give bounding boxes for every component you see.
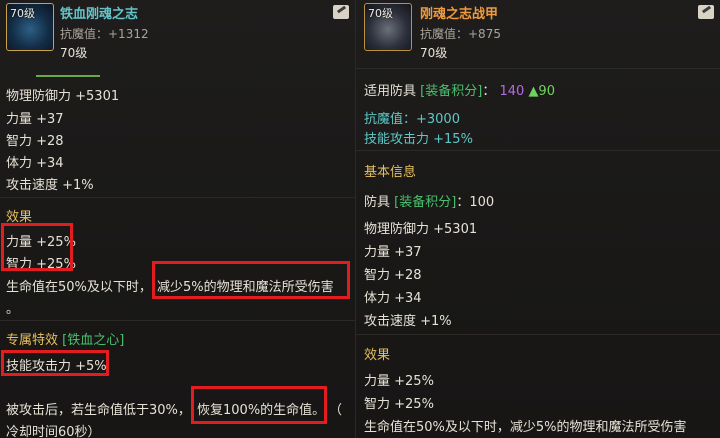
right-item-name: 刚魂之志战甲 xyxy=(420,7,499,22)
right-item-header: 70级 刚魂之志战甲 抗魔值：+875 70级 xyxy=(356,0,720,66)
right-stat-intelligence: 智力 +28 xyxy=(364,268,422,283)
right-divider-1 xyxy=(356,150,720,151)
left-effect-desc-a: 生命值在50%及以下时， xyxy=(6,280,152,295)
right-effect-desc: 生命值在50%及以下时，减少5%的物理和魔法所受伤害 xyxy=(364,420,687,435)
right-score-up: ▲90 xyxy=(528,84,555,99)
right-score-label: [装备积分] xyxy=(420,84,483,99)
right-item-resist: 抗魔值：+875 xyxy=(420,27,501,41)
left-stat-vitality: 体力 +34 xyxy=(6,156,64,171)
right-score-value: 140 xyxy=(499,84,525,99)
left-hit-desc-a: 被攻击后，若生命值低于30%， xyxy=(6,403,191,418)
right-stat-defense: 物理防御力 +5301 xyxy=(364,222,478,237)
left-item-icon: 70级 xyxy=(6,3,54,51)
right-applicable-row: 适用防具 [装备积分]： 140 ▲90 xyxy=(364,80,555,99)
left-damage-highlight-box xyxy=(152,261,350,299)
left-stat-intelligence: 智力 +28 xyxy=(6,134,64,149)
left-item-level: 70级 xyxy=(60,46,88,60)
left-exclusive-heading: 专属特效 [铁血之心] xyxy=(6,329,124,348)
right-stat-attack-speed: 攻击速度 +1% xyxy=(364,314,452,329)
right-effect-intelligence: 智力 +25% xyxy=(364,397,434,412)
left-divider-2 xyxy=(0,320,355,321)
left-cooldown: 冷却时间60秒） xyxy=(6,425,101,438)
right-divider-2 xyxy=(356,334,720,335)
right-divider-0 xyxy=(356,68,720,69)
right-stat-strength: 力量 +37 xyxy=(364,245,422,260)
left-stat-strength: 力量 +37 xyxy=(6,112,64,127)
left-effect-highlight-box xyxy=(1,223,73,271)
left-hit-desc-c: （ xyxy=(329,403,343,418)
left-stat-defense: 物理防御力 +5301 xyxy=(6,89,120,104)
right-armor-label: 防具 xyxy=(364,195,391,210)
right-effect-strength: 力量 +25% xyxy=(364,374,434,389)
left-item-name: 铁血刚魂之志 xyxy=(60,7,139,22)
left-divider-1 xyxy=(0,197,355,198)
right-stat-vitality: 体力 +34 xyxy=(364,291,422,306)
right-armor-score: ：100 xyxy=(456,195,495,210)
left-exclusive-title: 专属特效 xyxy=(6,333,59,348)
left-item-tooltip: 70级 铁血刚魂之志 抗魔值：+1312 70级 物理防御力 +5301 力量 … xyxy=(0,0,356,438)
left-icon-level: 70级 xyxy=(10,7,35,20)
left-item-resist: 抗魔值：+1312 xyxy=(60,27,149,41)
right-item-icon: 70级 xyxy=(364,3,412,51)
left-exclusive-name: [铁血之心] xyxy=(62,333,125,348)
right-armor-row: 防具 [装备积分]：100 xyxy=(364,191,494,210)
right-armor-score-label: [装备积分] xyxy=(394,195,457,210)
right-effect-title: 效果 xyxy=(364,348,391,363)
left-recovery-highlight-box xyxy=(191,386,327,424)
left-stat-attack-speed: 攻击速度 +1% xyxy=(6,178,94,193)
right-icon-level: 70级 xyxy=(368,7,393,20)
left-green-bar xyxy=(36,75,100,77)
right-basic-info: 基本信息 xyxy=(364,165,417,180)
left-item-header: 70级 铁血刚魂之志 抗魔值：+1312 70级 xyxy=(0,0,355,66)
right-item-tooltip: 70级 刚魂之志战甲 抗魔值：+875 70级 适用防具 [装备积分]： 140… xyxy=(356,0,720,438)
right-skill-attack: 技能攻击力 +15% xyxy=(364,132,473,147)
left-exclusive-highlight-box xyxy=(1,350,109,376)
right-score-colon: ： xyxy=(482,84,496,99)
right-resist-value: 抗魔值：+3000 xyxy=(364,112,460,127)
edit-icon[interactable] xyxy=(698,5,714,19)
right-applicable-label: 适用防具 xyxy=(364,84,417,99)
left-effect-desc-c: 。 xyxy=(6,302,20,317)
right-item-level: 70级 xyxy=(420,46,448,60)
edit-icon[interactable] xyxy=(333,5,349,19)
